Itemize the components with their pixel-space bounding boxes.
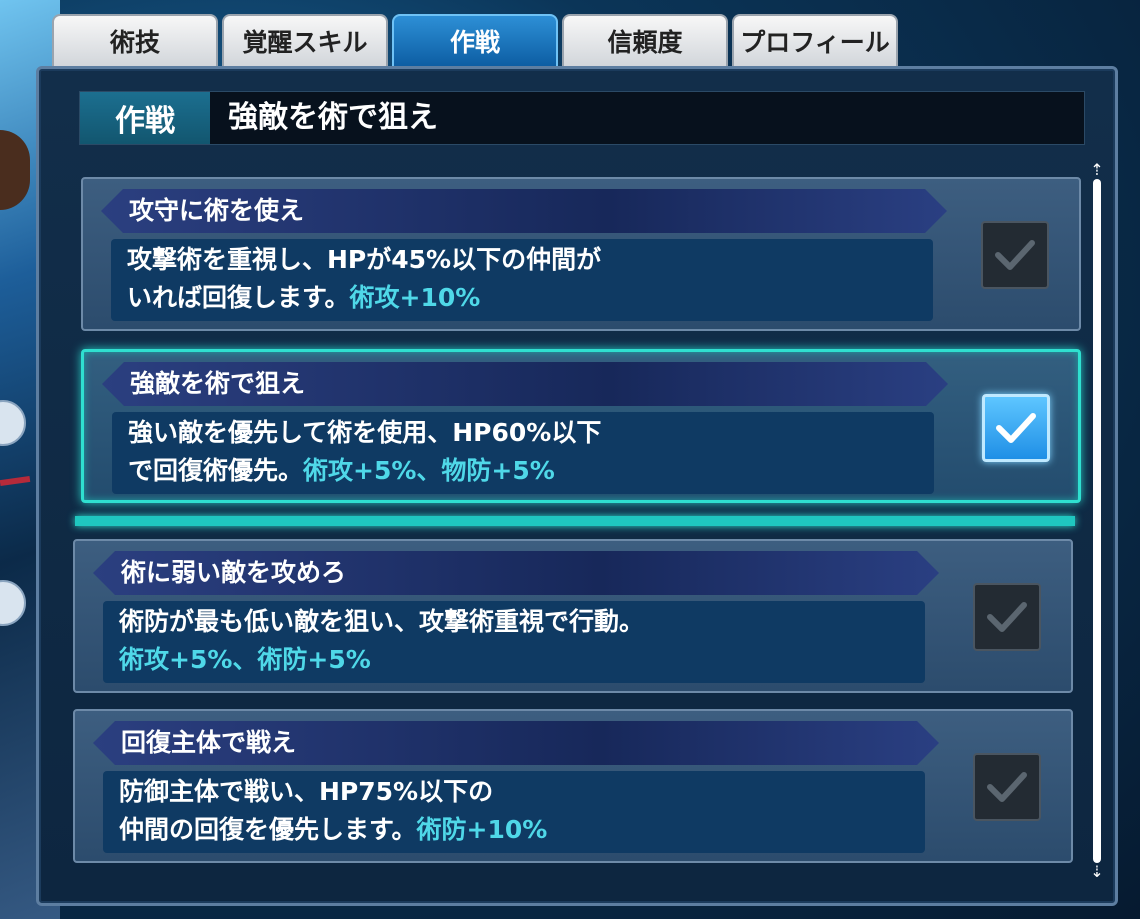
current-strategy-label: 作戦	[80, 92, 210, 144]
strategy-checkbox-checked[interactable]	[982, 394, 1050, 462]
strategy-title: 術に弱い敵を攻めろ	[93, 551, 939, 595]
description-line: 強い敵を優先して術を使用、HP60%以下	[128, 418, 602, 447]
strategy-option[interactable]: 回復主体で戦え 防御主体で戦い、HP75%以下の 仲間の回復を優先します。術防+…	[73, 709, 1073, 863]
scroll-up-icon[interactable]: ⇡	[1085, 161, 1109, 179]
stat-bonus: 術攻+5%、物防+5%	[303, 456, 555, 485]
tab-strategy[interactable]: 作戦	[392, 14, 558, 66]
checkmark-icon	[987, 602, 1027, 632]
checkmark-icon	[995, 240, 1035, 270]
scrollbar[interactable]: ⇡ ⇣	[1085, 161, 1109, 881]
description-line: 防御主体で戦い、HP75%以下の	[119, 777, 494, 806]
checkmark-icon	[987, 772, 1027, 802]
scroll-down-icon[interactable]: ⇣	[1085, 863, 1109, 881]
strategy-panel: 作戦 強敵を術で狙え 攻守に術を使え 攻撃術を重視し、HPが45%以下の仲間が …	[36, 66, 1118, 906]
strategy-description: 攻撃術を重視し、HPが45%以下の仲間が いれば回復します。術攻+10%	[111, 239, 933, 321]
strategy-description: 強い敵を優先して術を使用、HP60%以下 で回復術優先。術攻+5%、物防+5%	[112, 412, 934, 494]
strategy-option[interactable]: 攻守に術を使え 攻撃術を重視し、HPが45%以下の仲間が いれば回復します。術攻…	[81, 177, 1081, 331]
tab-awakening-skill[interactable]: 覚醒スキル	[222, 14, 388, 66]
description-text: いれば回復します。	[127, 283, 350, 312]
description-line: 術攻+5%、術防+5%	[119, 641, 909, 679]
strategy-checkbox[interactable]	[973, 583, 1041, 651]
description-line: いれば回復します。術攻+10%	[127, 279, 917, 317]
current-strategy-value: 強敵を術で狙え	[228, 100, 438, 135]
description-line: 仲間の回復を優先します。術防+10%	[119, 811, 909, 849]
strategy-title: 回復主体で戦え	[93, 721, 939, 765]
description-text: 仲間の回復を優先します。	[119, 815, 417, 844]
tab-trust[interactable]: 信頼度	[562, 14, 728, 66]
stat-bonus: 術攻+5%、術防+5%	[119, 645, 371, 674]
tab-arts[interactable]: 術技	[52, 14, 218, 66]
current-strategy-header: 作戦 強敵を術で狙え	[79, 91, 1085, 145]
strategy-description: 防御主体で戦い、HP75%以下の 仲間の回復を優先します。術防+10%	[103, 771, 925, 853]
stat-bonus: 術防+10%	[416, 815, 548, 844]
strategy-checkbox[interactable]	[973, 753, 1041, 821]
selection-divider	[75, 516, 1075, 526]
description-text: で回復術優先。	[128, 456, 304, 485]
strategy-option-selected[interactable]: 強敵を術で狙え 強い敵を優先して術を使用、HP60%以下 で回復術優先。術攻+5…	[81, 349, 1081, 503]
description-line: 術防が最も低い敵を狙い、攻撃術重視で行動。	[119, 607, 645, 636]
tab-bar: 術技 覚醒スキル 作戦 信頼度 プロフィール	[52, 14, 898, 68]
scroll-thumb[interactable]	[1093, 179, 1101, 863]
tab-profile[interactable]: プロフィール	[732, 14, 898, 66]
strategy-checkbox[interactable]	[981, 221, 1049, 289]
description-line: で回復術優先。術攻+5%、物防+5%	[128, 452, 918, 490]
strategy-title: 攻守に術を使え	[101, 189, 947, 233]
checkmark-icon	[996, 413, 1036, 443]
strategy-option[interactable]: 術に弱い敵を攻めろ 術防が最も低い敵を狙い、攻撃術重視で行動。 術攻+5%、術防…	[73, 539, 1073, 693]
strategy-title: 強敵を術で狙え	[102, 362, 948, 406]
strategy-description: 術防が最も低い敵を狙い、攻撃術重視で行動。 術攻+5%、術防+5%	[103, 601, 925, 683]
description-line: 攻撃術を重視し、HPが45%以下の仲間が	[127, 245, 602, 274]
stat-bonus: 術攻+10%	[349, 283, 481, 312]
